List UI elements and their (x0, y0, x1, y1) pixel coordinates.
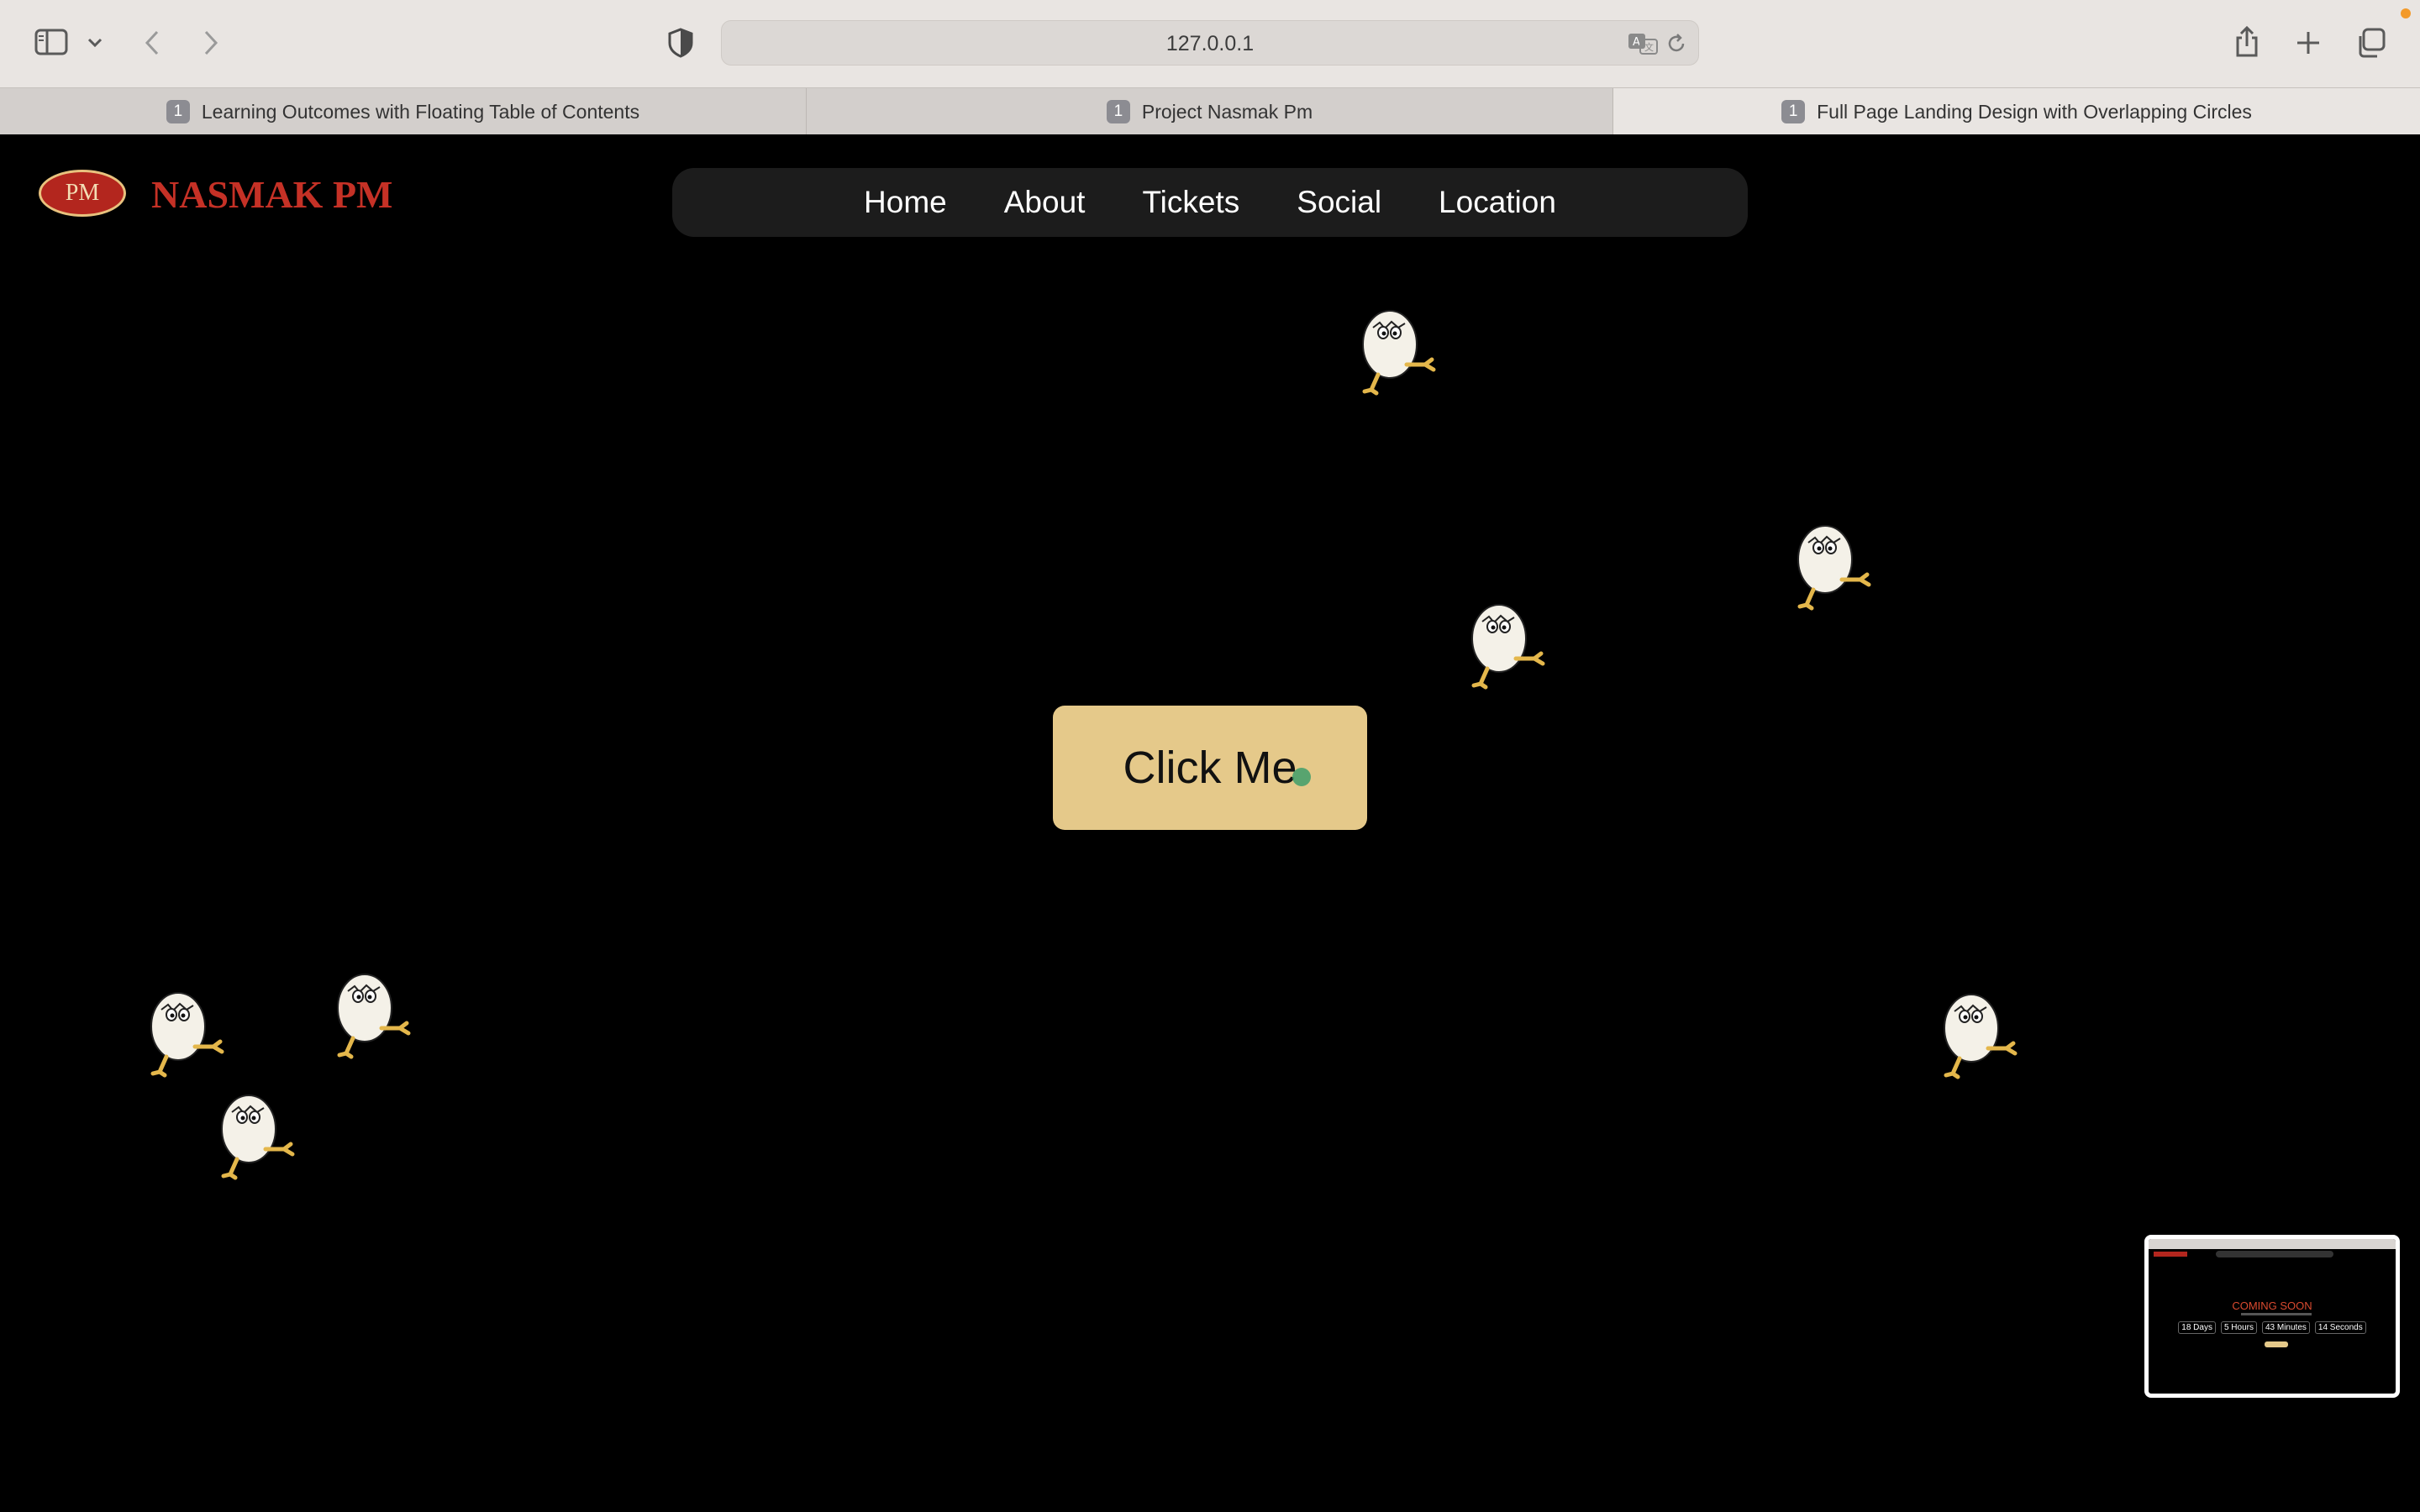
svg-text:A: A (1633, 36, 1640, 49)
screenshot-thumbnail[interactable]: COMING SOON 18 Days 5 Hours 43 Minutes 1… (2144, 1235, 2400, 1398)
tab-count-badge: 1 (1106, 100, 1130, 123)
svg-text:文: 文 (1644, 41, 1654, 53)
click-me-button[interactable]: Click Me (1053, 706, 1367, 830)
thumbnail-counter-seconds: 14 Seconds (2314, 1321, 2366, 1334)
tab-bar: 1 Learning Outcomes with Floating Table … (0, 87, 2420, 135)
tab-project-nasmak-pm[interactable]: 1 Project Nasmak Pm (807, 88, 1613, 135)
privacy-shield-icon[interactable] (664, 25, 697, 60)
walking-egg-icon (1362, 310, 1436, 396)
thumbnail-countdown: 18 Days 5 Hours 43 Minutes 14 Seconds (2149, 1321, 2396, 1334)
thumbnail-nav (2216, 1251, 2333, 1257)
address-bar[interactable]: 127.0.0.1 A文 (721, 20, 1699, 66)
brand-name[interactable]: NASMAK PM (151, 171, 392, 218)
share-icon[interactable] (2232, 24, 2262, 60)
walking-egg-icon (1944, 994, 2018, 1079)
logo-badge[interactable]: PM (39, 170, 126, 217)
tab-count-badge: 1 (166, 100, 190, 123)
reload-icon[interactable] (1663, 31, 1690, 56)
forward-icon[interactable] (198, 25, 224, 60)
nav-tickets[interactable]: Tickets (1142, 185, 1239, 220)
tab-title: Full Page Landing Design with Overlappin… (1817, 100, 2252, 123)
back-icon[interactable] (139, 25, 165, 60)
recording-indicator-dot (2401, 8, 2411, 18)
walking-egg-icon (150, 992, 224, 1078)
thumbnail-counter-days: 18 Days (2178, 1321, 2216, 1334)
tab-title: Project Nasmak Pm (1141, 100, 1313, 123)
tab-learning-outcomes[interactable]: 1 Learning Outcomes with Floating Table … (0, 88, 807, 135)
thumbnail-button (2265, 1341, 2288, 1347)
tab-full-page-landing[interactable]: 1 Full Page Landing Design with Overlapp… (1613, 88, 2420, 135)
browser-toolbar: 127.0.0.1 A文 (0, 0, 2420, 87)
url-text[interactable]: 127.0.0.1 (722, 21, 1698, 66)
thumbnail-logo (2154, 1252, 2187, 1257)
walking-egg-icon (1797, 525, 1871, 611)
main-nav: Home About Tickets Social Location (672, 168, 1748, 237)
nav-location[interactable]: Location (1439, 185, 1556, 220)
walking-egg-icon (221, 1095, 295, 1180)
cursor-highlight (1292, 768, 1311, 786)
thumbnail-browser-chrome (2149, 1239, 2396, 1249)
click-me-label: Click Me (1123, 743, 1297, 793)
thumbnail-counter-hours: 5 Hours (2220, 1321, 2257, 1334)
thumbnail-heading: COMING SOON (2232, 1299, 2312, 1312)
tab-title: Learning Outcomes with Floating Table of… (201, 100, 640, 123)
nav-social[interactable]: Social (1297, 185, 1381, 220)
translate-icon[interactable]: A文 (1626, 29, 1660, 58)
thumbnail-subtitle-line (2241, 1313, 2312, 1315)
tabs-overview-icon[interactable] (2353, 25, 2388, 60)
walking-egg-icon (337, 974, 411, 1059)
plus-icon[interactable] (2292, 27, 2324, 59)
walking-egg-icon (1471, 604, 1545, 690)
logo-text: PM (65, 180, 100, 206)
tab-count-badge: 1 (1781, 100, 1806, 123)
nav-home[interactable]: Home (864, 185, 947, 220)
chevron-down-icon[interactable] (84, 30, 106, 55)
thumbnail-counter-minutes: 43 Minutes (2261, 1321, 2310, 1334)
sidebar-icon[interactable] (32, 25, 71, 59)
page-content: PM NASMAK PM Home About Tickets Social L… (0, 134, 2420, 1512)
nav-about[interactable]: About (1004, 185, 1086, 220)
